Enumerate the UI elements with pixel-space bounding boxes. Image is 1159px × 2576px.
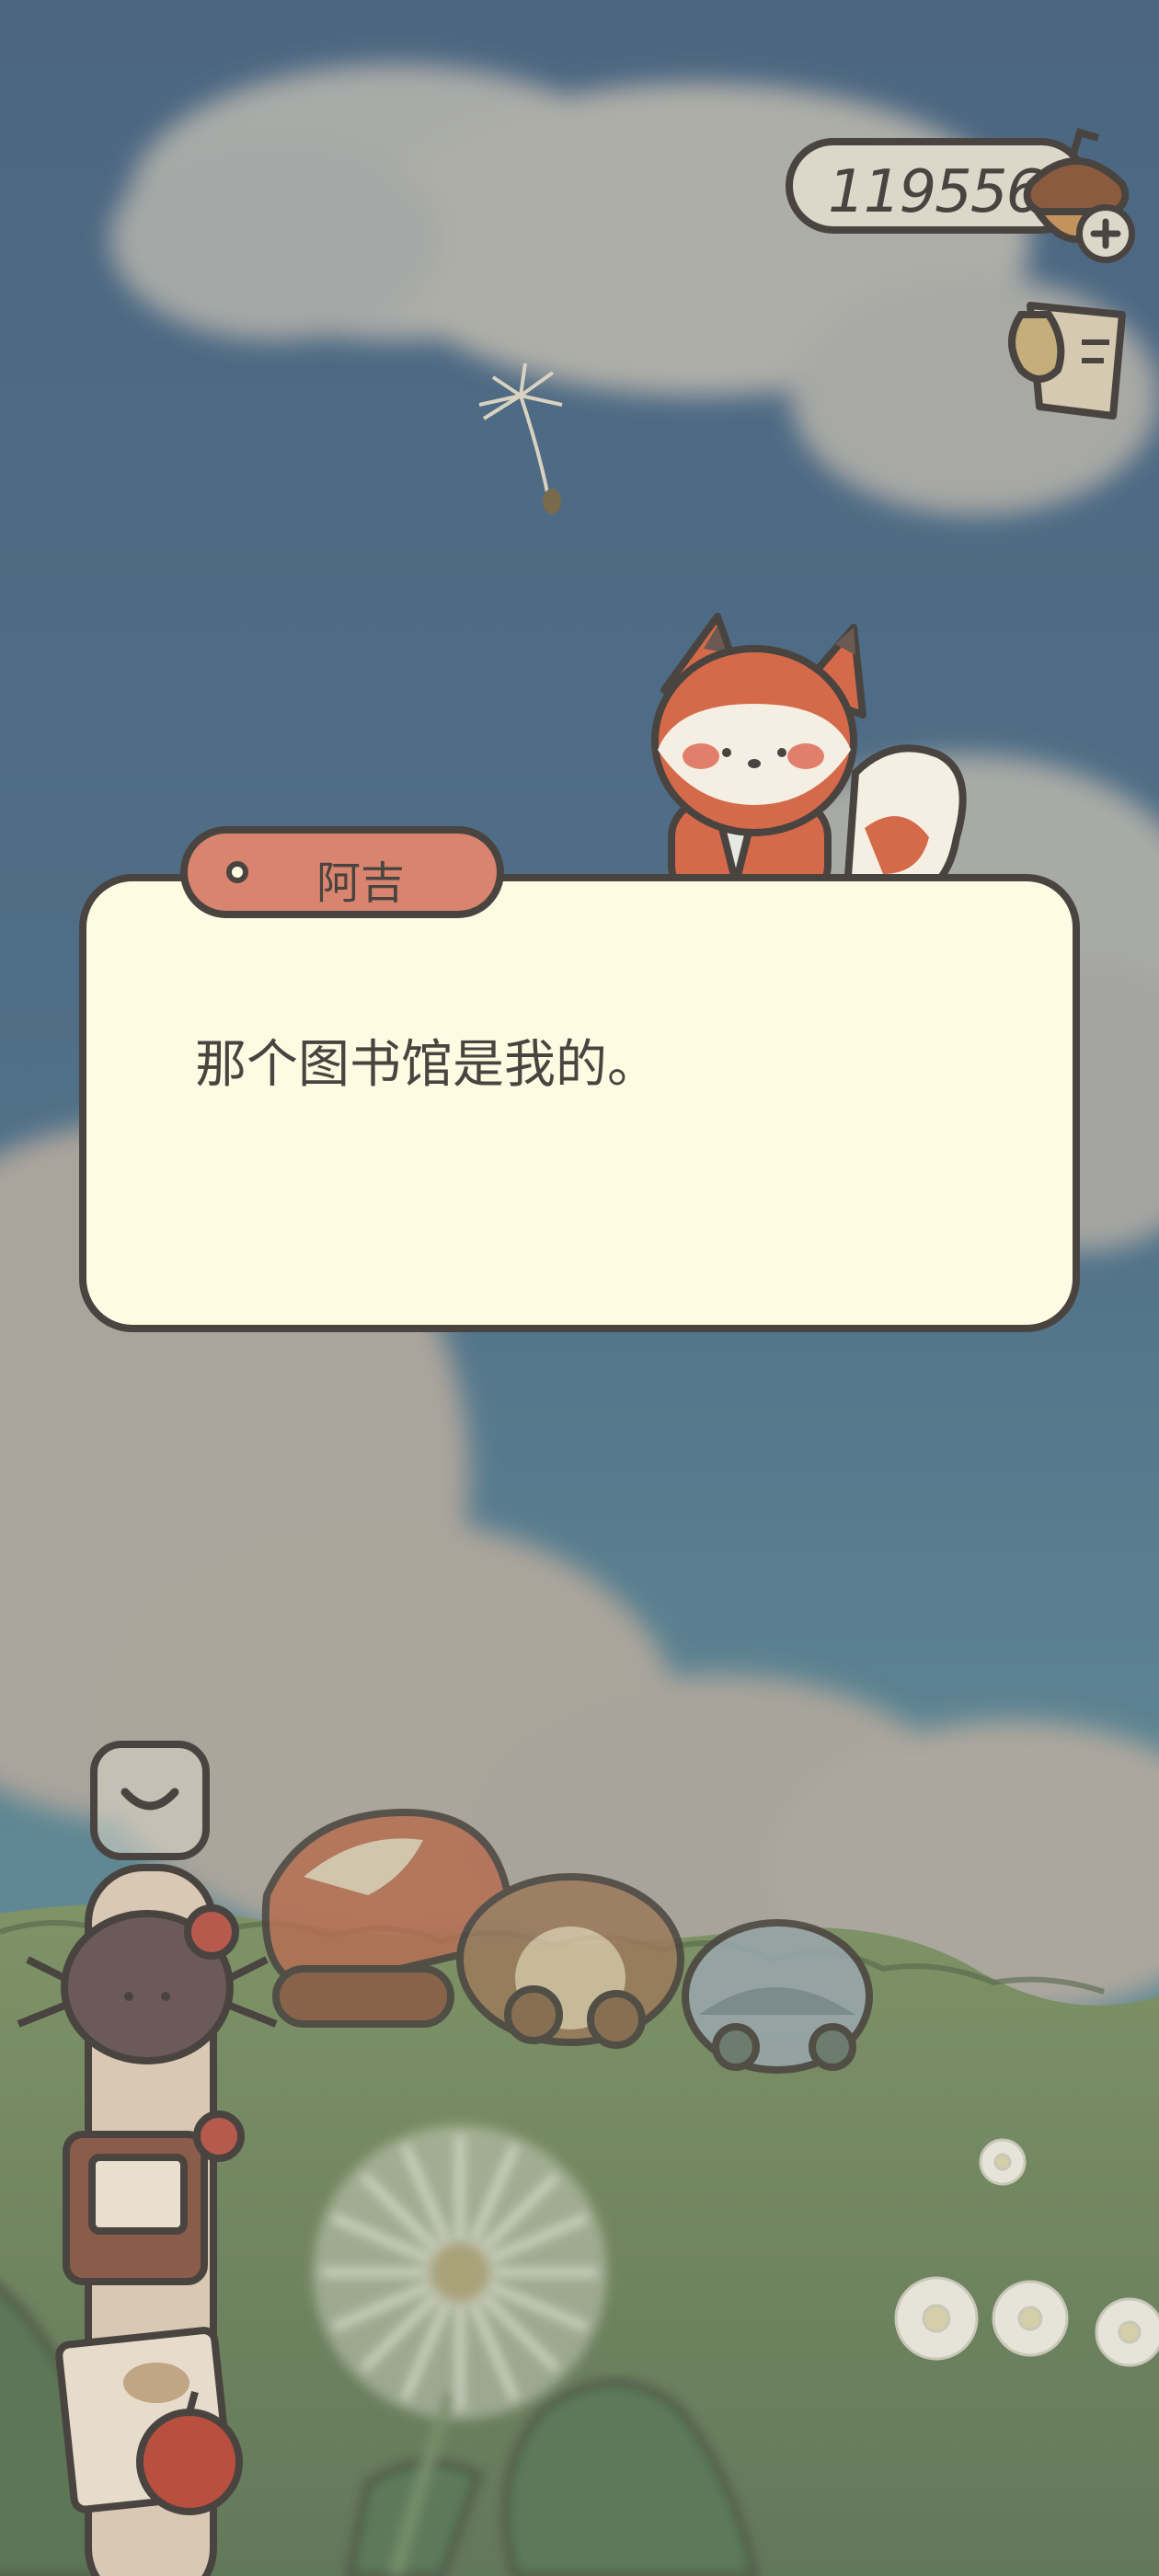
acorn-count: 119556 (828, 158, 1043, 226)
scroll-icon[interactable] (993, 287, 1141, 425)
speaker-dot (226, 861, 248, 883)
plus-icon (1090, 218, 1121, 249)
collapse-button[interactable] (90, 1741, 210, 1860)
chevron-down-icon (120, 1788, 179, 1811)
dialog-text: 那个图书馆是我的。 (195, 1035, 659, 1095)
dialog-box[interactable]: 那个图书馆是我的。 (79, 874, 1080, 1332)
add-acorn-button[interactable] (1076, 204, 1135, 263)
speaker-name-tag: 阿吉 (180, 826, 504, 918)
speaker-name: 阿吉 (316, 857, 406, 909)
